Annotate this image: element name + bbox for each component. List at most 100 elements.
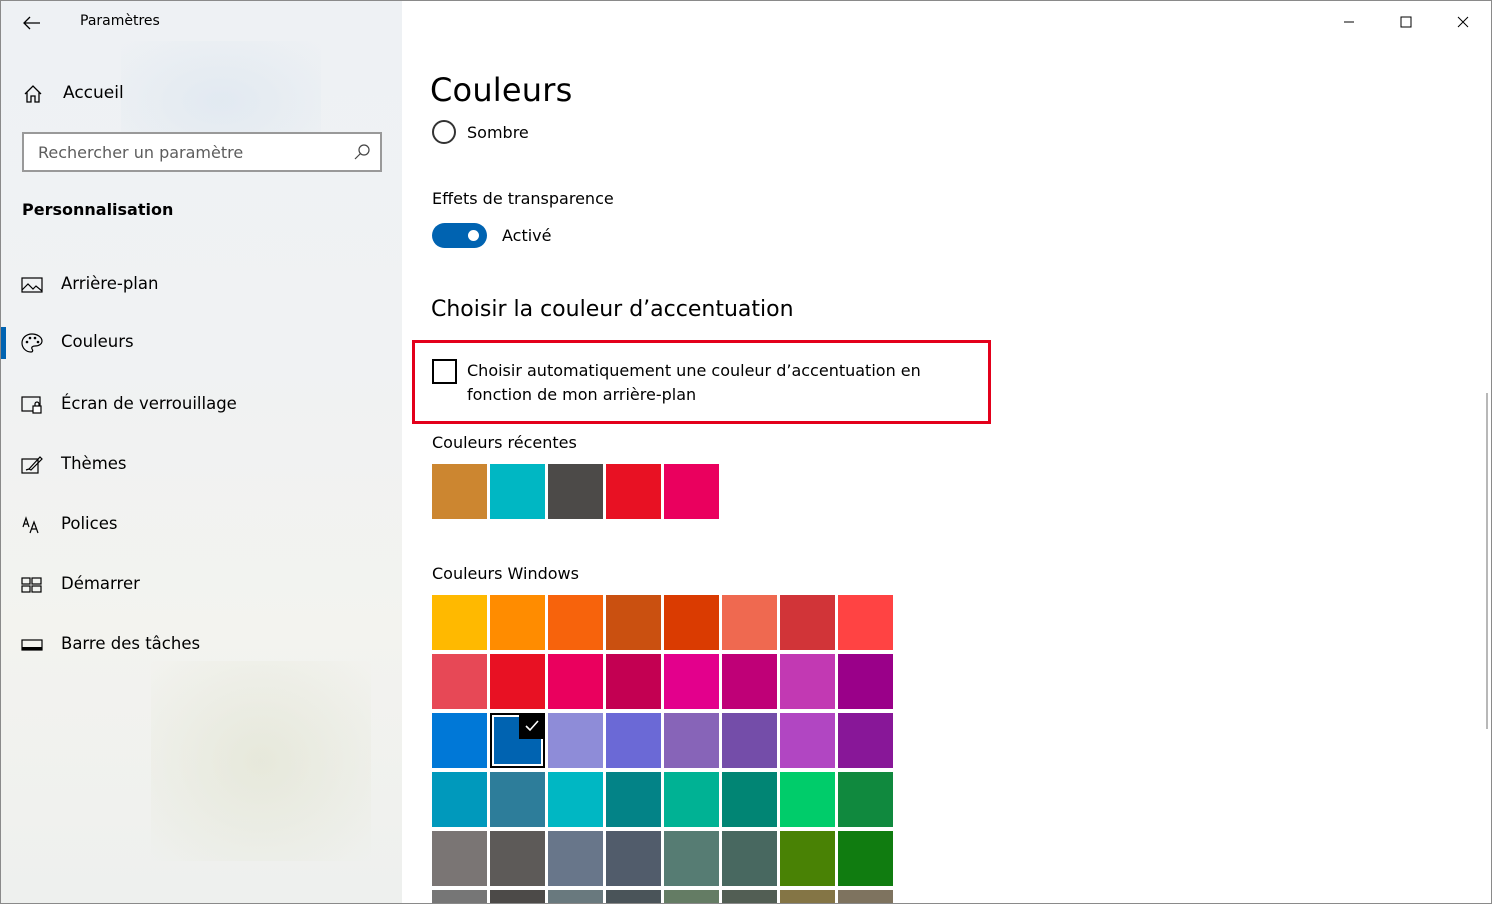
windows-color-swatch[interactable] [432,654,487,709]
windows-color-swatch[interactable] [780,595,835,650]
taskbar-icon [21,639,43,651]
auto-accent-checkbox[interactable] [432,359,457,384]
recent-colors-list [432,464,719,519]
windows-color-swatch[interactable] [722,831,777,886]
search-input[interactable] [24,134,344,170]
picture-icon [21,277,43,293]
windows-color-swatch[interactable] [838,890,893,903]
windows-color-swatch[interactable] [780,713,835,768]
checkmark-icon [519,713,545,739]
windows-color-swatch[interactable] [664,772,719,827]
search-icon[interactable] [353,143,371,161]
windows-color-swatch[interactable] [490,831,545,886]
windows-color-swatch[interactable] [548,890,603,903]
sidebar-item-background[interactable]: Arrière-plan [1,263,402,307]
search-box[interactable] [22,132,382,172]
dark-mode-radio[interactable] [432,120,456,144]
windows-color-swatch[interactable] [664,595,719,650]
windows-colors-grid [432,595,893,903]
windows-color-swatch[interactable] [490,595,545,650]
windows-color-swatch[interactable] [548,713,603,768]
windows-color-swatch[interactable] [548,831,603,886]
transparency-label: Effets de transparence [432,189,614,208]
close-button[interactable] [1434,1,1491,43]
windows-color-swatch[interactable] [664,654,719,709]
start-icon [21,577,42,593]
lock-screen-icon [21,396,42,414]
themes-icon [21,456,43,474]
windows-color-swatch[interactable] [838,595,893,650]
windows-color-swatch[interactable] [722,654,777,709]
windows-color-swatch[interactable] [606,772,661,827]
windows-color-swatch[interactable] [606,890,661,903]
palette-icon [21,333,43,353]
windows-color-swatch[interactable] [490,890,545,903]
sidebar: Paramètres Accueil Personnalisation Arri… [1,1,402,903]
sidebar-item-colors[interactable]: Couleurs [1,321,402,365]
windows-color-swatch[interactable] [780,772,835,827]
windows-color-swatch[interactable] [838,654,893,709]
windows-color-swatch[interactable] [548,772,603,827]
windows-color-swatch[interactable] [722,772,777,827]
windows-color-swatch[interactable] [780,831,835,886]
sidebar-item-label: Démarrer [61,574,140,593]
windows-color-swatch[interactable] [664,890,719,903]
windows-color-swatch[interactable] [490,772,545,827]
windows-color-swatch[interactable] [722,890,777,903]
recent-color-swatch[interactable] [490,464,545,519]
sidebar-item-fonts[interactable]: Polices [1,503,402,547]
back-arrow-icon [23,16,40,30]
app-title: Paramètres [80,13,160,29]
recent-color-swatch[interactable] [432,464,487,519]
sidebar-item-lock-screen[interactable]: Écran de verrouillage [1,383,402,427]
sidebar-item-label: Écran de verrouillage [61,394,237,413]
home-icon [24,85,42,103]
recent-color-swatch[interactable] [664,464,719,519]
windows-color-swatch[interactable] [432,595,487,650]
sidebar-item-taskbar[interactable]: Barre des tâches [1,623,402,667]
back-button[interactable] [15,9,49,37]
windows-color-swatch[interactable] [490,654,545,709]
windows-color-swatch[interactable] [780,890,835,903]
section-title: Personnalisation [22,200,174,219]
windows-colors-label: Couleurs Windows [432,564,579,583]
minimize-button[interactable] [1320,1,1377,43]
recent-color-swatch[interactable] [548,464,603,519]
windows-color-swatch[interactable] [838,713,893,768]
windows-color-swatch[interactable] [606,595,661,650]
sidebar-item-label: Accueil [63,83,124,103]
sidebar-item-themes[interactable]: Thèmes [1,443,402,487]
windows-color-swatch[interactable] [606,713,661,768]
sidebar-item-home[interactable]: Accueil [1,73,402,113]
windows-color-swatch[interactable] [548,595,603,650]
windows-color-swatch[interactable] [664,831,719,886]
windows-color-swatch[interactable] [664,713,719,768]
windows-color-swatch[interactable] [606,654,661,709]
toggle-knob [468,230,479,241]
sidebar-item-label: Barre des tâches [61,634,201,653]
windows-color-swatch[interactable] [838,831,893,886]
windows-color-swatch[interactable] [490,713,545,768]
windows-color-swatch[interactable] [722,595,777,650]
windows-color-swatch[interactable] [432,890,487,903]
windows-color-swatch[interactable] [606,831,661,886]
accent-section-title: Choisir la couleur d’accentuation [431,297,794,322]
windows-color-swatch[interactable] [548,654,603,709]
active-indicator [1,327,6,359]
window-controls [1320,1,1491,43]
windows-color-swatch[interactable] [780,654,835,709]
windows-color-swatch[interactable] [838,772,893,827]
sidebar-item-start[interactable]: Démarrer [1,563,402,607]
windows-color-swatch[interactable] [722,713,777,768]
transparency-state: Activé [502,226,552,245]
recent-color-swatch[interactable] [606,464,661,519]
scrollbar[interactable] [1486,393,1488,729]
maximize-icon [1400,16,1411,28]
sidebar-item-label: Thèmes [61,454,127,473]
windows-color-swatch[interactable] [432,831,487,886]
windows-color-swatch[interactable] [432,772,487,827]
page-title: Couleurs [430,71,573,109]
windows-color-swatch[interactable] [432,713,487,768]
maximize-button[interactable] [1377,1,1434,43]
transparency-toggle[interactable] [432,223,487,248]
